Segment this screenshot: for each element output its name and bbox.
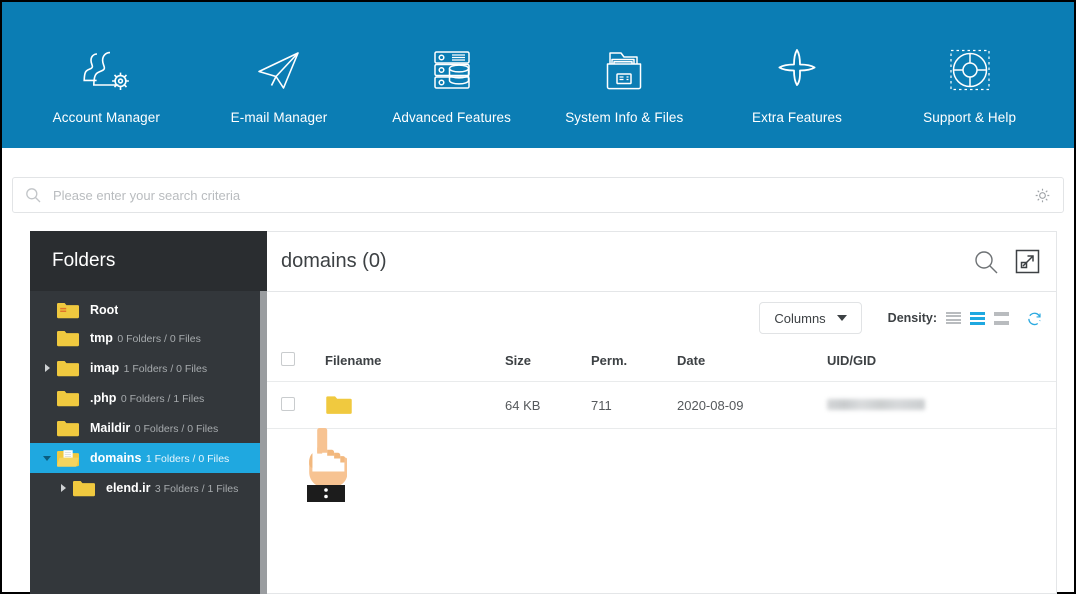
folder-icon[interactable]	[325, 396, 353, 414]
cell-perm: 711	[591, 381, 677, 429]
column-header-date[interactable]: Date	[677, 344, 827, 382]
sidebar-item-domains[interactable]: domains 1 Folders / 0 Files	[30, 443, 267, 473]
sidebar-item-text: tmp 0 Folders / 0 Files	[90, 330, 201, 345]
sidebar-item-text: Root	[90, 302, 119, 317]
table-header-row: Filename Size Perm. Date UID/GID	[267, 344, 1056, 382]
server-database-icon	[426, 42, 478, 98]
search-input[interactable]	[51, 179, 1034, 211]
table-toolbar: Columns Density:	[267, 292, 1056, 344]
sidebar-item-text: imap 1 Folders / 0 Files	[90, 360, 208, 375]
content-header: domains (0)	[267, 232, 1056, 292]
sidebar-item-tmp[interactable]: tmp 0 Folders / 0 Files	[30, 323, 267, 353]
file-manager-panel: Folders Root tmp 0 Folders / 0 Files ima…	[30, 231, 1057, 594]
gear-icon[interactable]	[1034, 187, 1051, 204]
pointing-hand-cursor	[305, 428, 348, 502]
sidebar-scrollbar[interactable]	[260, 291, 267, 594]
select-all-header	[267, 344, 325, 382]
refresh-icon[interactable]	[1027, 311, 1042, 326]
nav-label: E-mail Manager	[230, 110, 328, 125]
sidebar-item-text: elend.ir 3 Folders / 1 Files	[106, 480, 239, 495]
life-ring-icon	[944, 42, 996, 98]
cell-size: 64 KB	[505, 381, 591, 429]
nav-item-advanced-features[interactable]: Advanced Features	[377, 25, 527, 125]
chevron-down-icon	[836, 315, 847, 321]
density-standard-button[interactable]	[970, 311, 985, 325]
nav-label: Support & Help	[923, 110, 1017, 125]
nav-label: Account Manager	[52, 110, 160, 125]
folder-open-icon	[54, 449, 82, 468]
sidebar-item-root[interactable]: Root	[30, 297, 267, 323]
chevron-down-icon[interactable]	[40, 455, 54, 461]
column-header-perm[interactable]: Perm.	[591, 344, 677, 382]
search-icon[interactable]	[973, 249, 999, 275]
nav-label: System Info & Files	[565, 110, 684, 125]
folder-documents-icon	[599, 42, 649, 98]
global-search-bar[interactable]	[12, 177, 1064, 213]
table-body: 64 KB 711 2020-08-09	[267, 381, 1056, 429]
top-navigation-bar: Account Manager E-mail Manager Advanced …	[2, 2, 1074, 148]
paper-plane-icon	[252, 42, 306, 98]
folder-icon	[54, 329, 82, 348]
row-checkbox[interactable]	[281, 396, 295, 411]
sidebar-item-text: Maildir 0 Folders / 0 Files	[90, 420, 219, 435]
nav-item-extra-features[interactable]: Extra Features	[722, 25, 872, 125]
sidebar-item-maildir[interactable]: Maildir 0 Folders / 0 Files	[30, 413, 267, 443]
app-window: Account Manager E-mail Manager Advanced …	[0, 0, 1076, 594]
nav-label: Extra Features	[751, 110, 842, 125]
column-header-size[interactable]: Size	[505, 344, 591, 382]
folder-icon	[54, 389, 82, 408]
density-label: Density:	[887, 311, 937, 325]
column-header-uidgid[interactable]: UID/GID	[827, 344, 1056, 382]
columns-button[interactable]: Columns	[759, 302, 862, 334]
expand-icon[interactable]	[1015, 249, 1040, 274]
chevron-right-icon[interactable]	[40, 364, 54, 372]
folders-sidebar: Folders Root tmp 0 Folders / 0 Files ima…	[30, 231, 267, 594]
uidgid-redacted-value	[827, 398, 925, 410]
column-header-filename[interactable]: Filename	[325, 344, 505, 382]
row-select-cell	[267, 381, 325, 429]
file-table: Filename Size Perm. Date UID/GID 64 KB 7…	[267, 344, 1056, 429]
folder-icon	[54, 419, 82, 438]
nav-item-support-help[interactable]: Support & Help	[895, 25, 1045, 125]
search-icon	[25, 187, 41, 203]
sidebar-item-text: domains 1 Folders / 0 Files	[90, 450, 230, 465]
chevron-right-icon[interactable]	[56, 484, 70, 492]
sidebar-item-elend-ir[interactable]: elend.ir 3 Folders / 1 Files	[30, 473, 267, 503]
folder-icon	[70, 479, 98, 498]
sidebar-title: Folders	[30, 231, 267, 291]
sidebar-item-imap[interactable]: imap 1 Folders / 0 Files	[30, 353, 267, 383]
folder-icon	[54, 359, 82, 378]
cell-uidgid	[827, 381, 1056, 429]
density-compact-button[interactable]	[946, 311, 961, 325]
nav-item-system-info-files[interactable]: System Info & Files	[549, 25, 699, 125]
select-all-checkbox[interactable]	[281, 352, 295, 366]
cell-date: 2020-08-09	[677, 381, 827, 429]
table-header: Filename Size Perm. Date UID/GID	[267, 344, 1056, 382]
sidebar-item-text: .php 0 Folders / 1 Files	[90, 390, 205, 405]
cell-filename	[325, 381, 505, 429]
columns-button-label: Columns	[774, 310, 826, 326]
nav-label: Advanced Features	[392, 110, 512, 125]
nav-item-email-manager[interactable]: E-mail Manager	[204, 25, 354, 125]
sidebar-item-php[interactable]: .php 0 Folders / 1 Files	[30, 383, 267, 413]
folder-tree: Root tmp 0 Folders / 0 Files imap 1 Fold…	[30, 291, 267, 503]
users-gear-icon	[79, 42, 133, 98]
file-list-panel: domains (0) Columns Density: Filename Si…	[267, 231, 1057, 594]
page-title: domains (0)	[281, 250, 387, 272]
table-row[interactable]: 64 KB 711 2020-08-09	[267, 381, 1056, 429]
nav-item-account-manager[interactable]: Account Manager	[31, 25, 181, 125]
plus-icon	[772, 42, 822, 98]
folder-lines-icon	[54, 301, 82, 320]
density-comfortable-button[interactable]	[994, 311, 1009, 325]
